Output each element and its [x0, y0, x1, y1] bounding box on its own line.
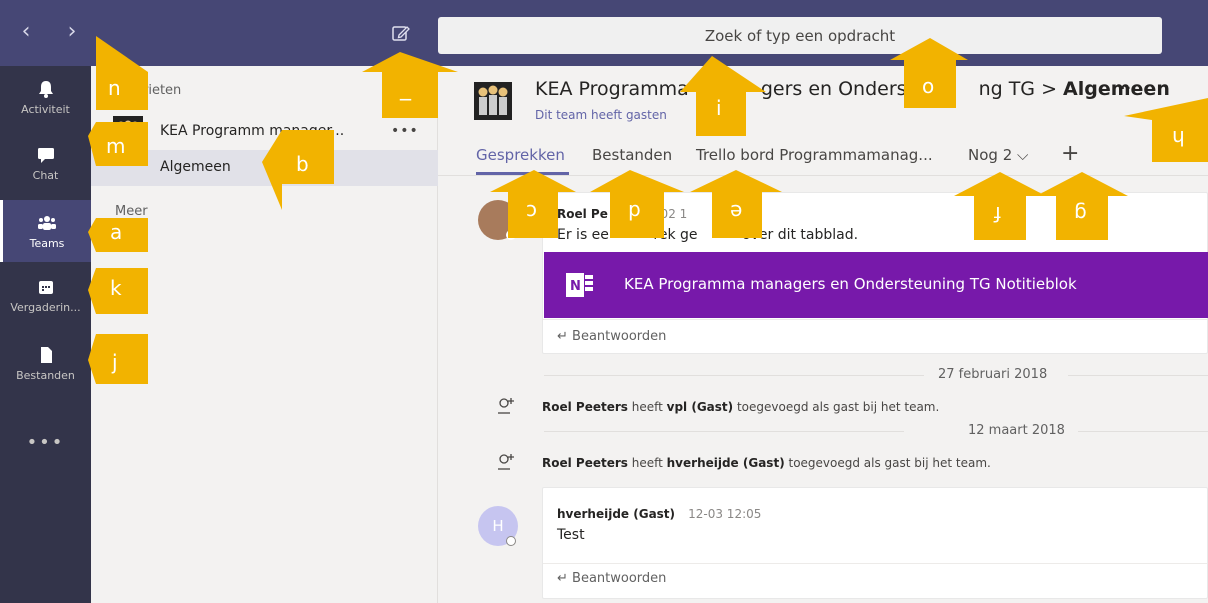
system-event: Roel Peeters heeft hverheijde (Gast) toe…: [542, 456, 991, 470]
add-member-icon: [498, 398, 514, 414]
calendar-icon: [38, 280, 53, 294]
rail-item-activiteit[interactable]: Activiteit: [0, 66, 91, 128]
compose-icon[interactable]: [390, 22, 412, 44]
annotation-b: b: [296, 152, 309, 176]
annotation-k: k: [110, 276, 122, 300]
message-text: Test: [557, 527, 585, 543]
rail-item-vergaderingen[interactable]: Vergaderin...: [0, 264, 91, 326]
annotation-n: n: [108, 76, 121, 100]
message-card: hverheijde (Gast) 12-03 12:05 Test ↵ Bea…: [542, 487, 1208, 599]
event-text: toegevoegd als gast bij het team.: [733, 400, 940, 414]
tab-gesprekken[interactable]: Gesprekken: [476, 146, 565, 164]
rail-item-chat[interactable]: Chat: [0, 132, 91, 194]
search-placeholder: Zoek of typ een opdracht: [704, 26, 896, 45]
divider: [544, 375, 924, 376]
divider: [543, 319, 1207, 320]
team-avatar-icon: [474, 82, 512, 120]
channel-more-icon[interactable]: ···: [1120, 78, 1137, 99]
title-part: KEA Programma: [535, 78, 689, 100]
event-guest[interactable]: hverheijde (Gast): [667, 456, 785, 470]
event-text: heeft: [627, 400, 667, 414]
channel-row-algemeen[interactable]: Algemeen: [91, 150, 438, 186]
annotation-e: e: [730, 200, 743, 224]
rail-label: Bestanden: [16, 368, 75, 382]
annotation-c: c: [526, 200, 537, 224]
teams-icon: [38, 215, 56, 230]
title-part: ng TG >: [978, 78, 1057, 100]
search-input[interactable]: Zoek of typ een opdracht: [438, 17, 1162, 54]
divider: [1068, 375, 1208, 376]
event-text: heeft: [627, 456, 667, 470]
annotation-f: f: [994, 202, 1002, 226]
channel-main: KEA Programma gers en Onders ng TG > Algem…: [438, 66, 1208, 603]
event-author[interactable]: Roel Peeters: [542, 400, 628, 414]
more-apps-icon[interactable]: •••: [0, 432, 91, 453]
annotation-g: g: [1074, 202, 1087, 226]
annotation-j: j: [112, 350, 118, 374]
file-icon: [40, 346, 52, 363]
system-event: Roel Peeters heeft vpl (Gast) toegevoegd…: [542, 400, 939, 414]
rail-label: Teams: [29, 236, 65, 250]
event-guest[interactable]: vpl (Gast): [667, 400, 734, 414]
event-author[interactable]: Roel Peeters: [542, 456, 628, 470]
rail-item-bestanden[interactable]: Bestanden: [0, 332, 91, 394]
more-label[interactable]: Meer: [115, 204, 148, 219]
tab-bestanden[interactable]: Bestanden: [592, 146, 672, 164]
add-tab-icon[interactable]: +: [1061, 141, 1079, 166]
event-text: toegevoegd als gast bij het team.: [784, 456, 991, 470]
team-more-icon[interactable]: •••: [391, 123, 419, 139]
presence-online-icon: [506, 230, 516, 240]
presence-offline-icon: [506, 536, 516, 546]
app-rail: Activiteit Chat Teams Vergaderin... Best…: [0, 66, 91, 603]
annotation-d: d: [628, 200, 641, 224]
date-separator: 27 februari 2018: [938, 367, 1048, 382]
annotation-o: o: [922, 74, 935, 98]
favorites-label: rieten: [143, 83, 182, 98]
reply-button[interactable]: ↵ Beantwoorden: [557, 571, 666, 586]
rail-item-teams[interactable]: Teams: [0, 200, 91, 262]
team-row[interactable]: KEA Programm manager... •••: [91, 112, 438, 150]
message-author[interactable]: hverheijde (Gast): [557, 507, 675, 521]
team-list-pane: rieten KEA Programm manager... ••• Algem…: [91, 66, 438, 603]
reply-label: Beantwoorden: [572, 329, 667, 344]
top-bar: ‹ › Zoek of typ een opdracht: [0, 0, 1208, 66]
annotation-m: m: [106, 134, 126, 158]
rail-label: Activiteit: [21, 102, 70, 116]
guests-note[interactable]: Dit team heeft gasten: [535, 108, 667, 122]
tab-bar: Gesprekken Bestanden Trello bord Program…: [438, 141, 1208, 176]
date-separator: 12 maart 2018: [968, 423, 1065, 438]
chevron-left-icon[interactable]: ‹: [14, 18, 38, 46]
channel-title: KEA Programma gers en Onders ng TG > Algem…: [535, 78, 1170, 100]
tab-trello[interactable]: Trello bord Programmamanag...: [696, 146, 933, 164]
message-author[interactable]: Roel Pe: [557, 207, 608, 221]
bell-icon: [38, 80, 53, 98]
annotation-i: i: [716, 96, 722, 120]
channel-name-bold: Algemeen: [1063, 78, 1170, 100]
onenote-icon: N: [566, 273, 593, 297]
tab-more-dropdown[interactable]: Nog 2 ⌵: [968, 146, 1028, 164]
message-time: 21-02 1: [640, 207, 688, 221]
active-tab-indicator: [476, 172, 569, 175]
annotation-h: h: [1172, 126, 1185, 150]
reply-button[interactable]: ↵ Beantwoorden: [557, 329, 666, 344]
onenote-tab-card[interactable]: N KEA Programma managers en Ondersteunin…: [544, 252, 1208, 318]
svg-text:N: N: [570, 279, 581, 294]
team-name: KEA Programm manager...: [160, 123, 345, 139]
chevron-right-icon[interactable]: ›: [60, 18, 84, 46]
title-part: gers en Onders: [760, 78, 907, 100]
rail-label: Vergaderin...: [10, 300, 81, 314]
reply-label: Beantwoorden: [572, 571, 667, 586]
divider: [1078, 431, 1208, 432]
message-text: Er is ee rek ge over dit tabblad.: [557, 227, 859, 243]
add-member-icon: [498, 454, 514, 470]
divider: [544, 431, 904, 432]
onenote-title: KEA Programma managers en Ondersteuning …: [624, 275, 1077, 293]
message-time: 12-03 12:05: [688, 507, 762, 521]
rail-label: Chat: [32, 168, 59, 182]
channel-name: Algemeen: [160, 159, 231, 175]
divider: [543, 563, 1207, 564]
annotation-l: _: [400, 76, 411, 101]
annotation-a: a: [110, 220, 123, 244]
chat-icon: [37, 147, 54, 163]
